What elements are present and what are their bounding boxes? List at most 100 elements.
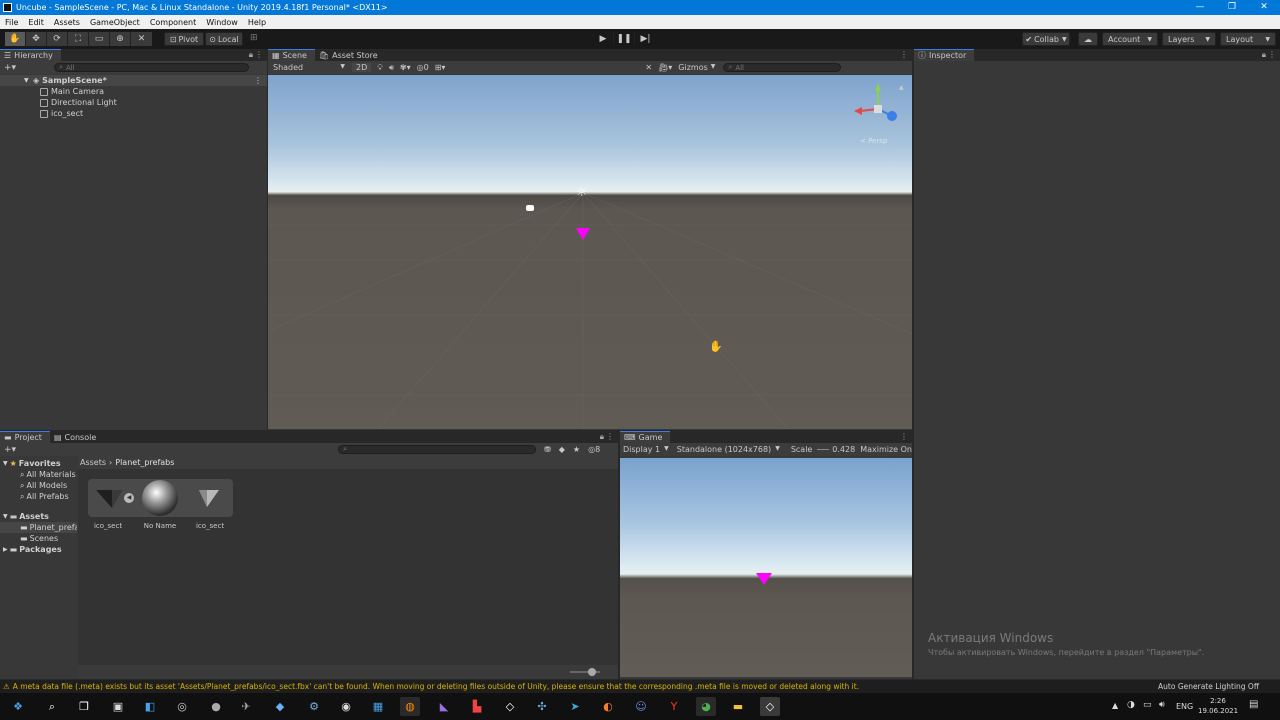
minimize-button[interactable]: —	[1184, 0, 1216, 15]
maximize-button[interactable]: ❐	[1216, 0, 1248, 15]
auto-lighting-status[interactable]: Auto Generate Lighting Off	[1158, 682, 1259, 691]
panel-menu-icon[interactable]: ⋮	[255, 50, 263, 59]
cloud-button[interactable]: ☁	[1078, 32, 1098, 46]
pause-button-icon[interactable]: ❚❚	[614, 32, 635, 46]
menu-file[interactable]: File	[0, 18, 23, 27]
unity-hub-icon[interactable]: ◇	[500, 697, 520, 716]
favorite-item[interactable]: ⌕ All Materials	[0, 469, 76, 480]
search-icon[interactable]: ⌕	[42, 697, 62, 716]
blender-icon[interactable]: ◍	[400, 697, 420, 716]
panel-menu-icon[interactable]: ⋮	[900, 432, 908, 441]
hidden-objects-icon[interactable]: ◎	[417, 63, 424, 72]
scene-menu-icon[interactable]: ⋮	[254, 76, 262, 85]
orientation-gizmo[interactable]: ▲	[846, 81, 906, 131]
breadcrumb-item[interactable]: Planet_prefabs	[115, 458, 174, 467]
favorite-item[interactable]: ⌕ All Prefabs	[0, 491, 69, 502]
account-dropdown[interactable]: Account ▼	[1102, 32, 1158, 46]
tab-scene[interactable]: ▦ Scene	[268, 49, 315, 61]
effects-dropdown-icon[interactable]: ✾▾	[400, 63, 411, 72]
lock-icon[interactable]: 🔒︎	[600, 432, 604, 442]
breadcrumb-item[interactable]: Assets	[80, 458, 106, 467]
move-tool-icon[interactable]: ✥	[26, 32, 47, 46]
tools-icon[interactable]: ✕	[645, 63, 652, 72]
search-by-type-icon[interactable]: ⛃	[544, 445, 551, 454]
favorites-star-icon[interactable]: ★	[573, 445, 580, 454]
custom-tool-icon[interactable]: ✕	[131, 32, 152, 46]
tab-game[interactable]: ⌨ Game	[620, 431, 671, 443]
rect-tool-icon[interactable]: ▭	[89, 32, 110, 46]
menu-help[interactable]: Help	[243, 18, 271, 27]
tray-chevron-up-icon[interactable]: ▲	[1112, 701, 1118, 710]
panel-menu-icon[interactable]: ⋮	[606, 432, 614, 441]
steam-icon[interactable]: ⚙	[304, 697, 324, 716]
2d-toggle-button[interactable]: 2D	[352, 63, 372, 72]
app-icon[interactable]: ◆	[270, 697, 290, 716]
network-icon[interactable]: ▭	[1143, 700, 1152, 710]
terminal-app-icon[interactable]: ▣	[108, 697, 128, 716]
assets-folder-row[interactable]: ▼ ▬ Assets	[0, 511, 49, 522]
grid-snap-icon[interactable]: ⊞	[250, 33, 258, 43]
persp-label[interactable]: < Persp	[860, 137, 887, 145]
volume-icon[interactable]: 🔊︎	[1159, 700, 1165, 710]
panel-menu-icon[interactable]: ⋮	[1268, 50, 1276, 59]
display-dropdown[interactable]: Display 1 ▼	[623, 445, 669, 454]
telegram-icon[interactable]: ➤	[565, 697, 585, 716]
hierarchy-item[interactable]: Main Camera	[0, 86, 104, 97]
project-search-input[interactable]: ⌕	[338, 445, 537, 454]
collab-dropdown[interactable]: ✔ Collab ▼	[1022, 32, 1070, 46]
visual-studio-icon[interactable]: ◣	[434, 697, 454, 716]
hierarchy-item[interactable]: ico_sect	[0, 108, 83, 119]
lock-icon[interactable]: 🔒︎	[249, 50, 253, 60]
transform-tool-icon[interactable]: ⊕	[110, 32, 131, 46]
scene-viewport[interactable]: ☼ ✋ ▲ < Persp	[268, 75, 912, 429]
light-gizmo-icon[interactable]: ☼	[576, 185, 588, 200]
menu-gameobject[interactable]: GameObject	[85, 18, 145, 27]
tab-asset-store[interactable]: 🛍︎ Asset Store	[314, 49, 386, 61]
local-toggle-button[interactable]: ⊙ Local	[205, 32, 243, 46]
audio-toggle-icon[interactable]: 🔊︎	[389, 63, 394, 73]
panel-menu-icon[interactable]: ⋮	[900, 50, 908, 59]
gizmos-dropdown[interactable]: Gizmos ▼	[678, 63, 715, 72]
hierarchy-search-input[interactable]: ⌕ All	[54, 63, 250, 72]
create-plus-icon[interactable]: +▾	[4, 445, 16, 455]
unity-editor-icon[interactable]: ◇	[760, 697, 780, 716]
app-icon[interactable]: ▙	[467, 697, 487, 716]
folder-planet-prefabs[interactable]: ▬ Planet_prefabs	[0, 522, 77, 533]
packages-folder-row[interactable]: ▶ ▬ Packages	[0, 544, 62, 555]
lighting-toggle-icon[interactable]: 💡︎	[377, 63, 383, 73]
firefox-icon[interactable]: ◐	[598, 697, 618, 716]
status-message[interactable]: A meta data file (.meta) exists but its …	[13, 682, 1153, 691]
chrome-icon[interactable]: ◕	[696, 697, 716, 716]
app-icon[interactable]: ✣	[532, 697, 552, 716]
windows-start-icon[interactable]: ❖	[6, 697, 30, 716]
app-icon[interactable]: ●	[206, 697, 226, 716]
pivot-toggle-button[interactable]: ⊡ Pivot	[164, 32, 204, 46]
scale-tool-icon[interactable]: ⛶	[68, 32, 89, 46]
step-button-icon[interactable]: ▶|	[635, 32, 656, 46]
hierarchy-scene-row[interactable]: ▼ ◈ SampleScene* ⋮	[0, 75, 267, 86]
ico-sect-object[interactable]	[576, 228, 590, 240]
layout-dropdown[interactable]: Layout ▼	[1220, 32, 1276, 46]
yandex-icon[interactable]: Y	[664, 697, 684, 716]
tab-hierarchy[interactable]: ☰ Hierarchy	[0, 49, 61, 61]
menu-assets[interactable]: Assets	[49, 18, 85, 27]
menu-component[interactable]: Component	[145, 18, 201, 27]
hierarchy-item[interactable]: Directional Light	[0, 97, 117, 108]
system-clock[interactable]: 2:26 19.06.2021	[1198, 696, 1238, 716]
app-icon[interactable]: ▦	[368, 697, 388, 716]
rotate-tool-icon[interactable]: ⟳	[47, 32, 68, 46]
app-icon[interactable]: ◎	[172, 697, 192, 716]
task-view-icon[interactable]: ❐	[74, 697, 94, 716]
menu-edit[interactable]: Edit	[23, 18, 49, 27]
camera-dropdown-icon[interactable]: 🎥︎▾	[658, 63, 672, 72]
favorites-row[interactable]: ▼ ★ Favorites	[0, 458, 61, 469]
scene-search-input[interactable]: ⌕ All	[723, 63, 842, 72]
material-thumbnail-icon[interactable]	[142, 480, 178, 516]
expand-prefab-icon[interactable]: ◀	[124, 493, 134, 503]
play-button-icon[interactable]: ▶	[593, 32, 614, 46]
language-indicator[interactable]: ENG	[1176, 702, 1193, 711]
hand-tool-icon[interactable]: ✋	[5, 32, 26, 46]
scale-slider[interactable]	[817, 449, 830, 450]
resolution-dropdown[interactable]: Standalone (1024x768) ▼	[677, 445, 780, 454]
grid-dropdown-icon[interactable]: ⊞▾	[435, 63, 446, 72]
